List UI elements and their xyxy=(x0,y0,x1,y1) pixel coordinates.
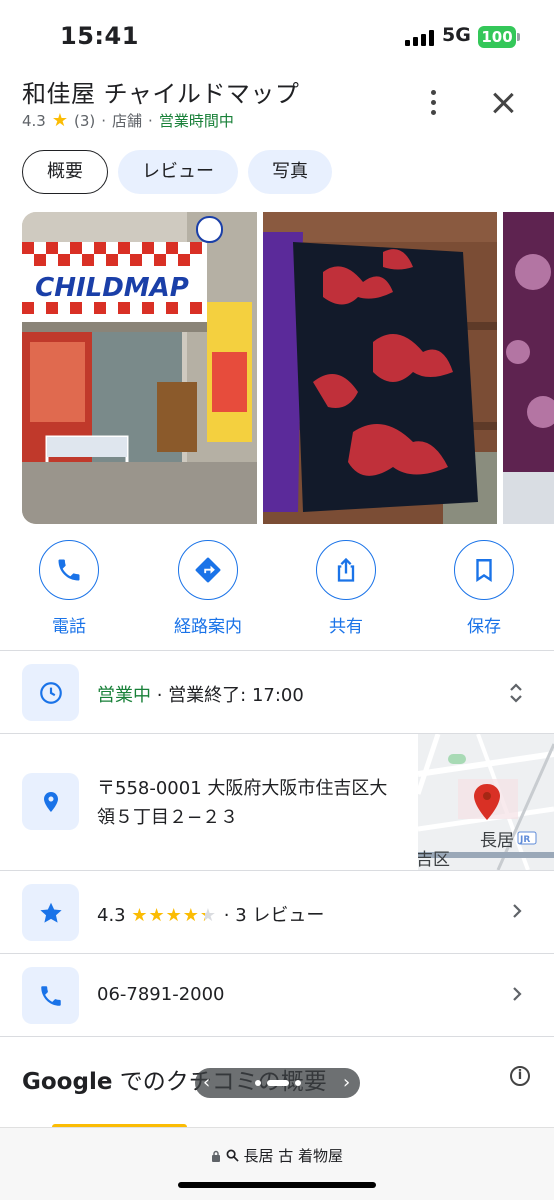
place-category: 店舗 xyxy=(112,112,143,130)
phone-icon xyxy=(40,985,61,1006)
battery-icon: 100 xyxy=(478,26,520,48)
phone-icon xyxy=(58,559,80,581)
network-type: 5G xyxy=(442,24,471,46)
chevron-right-icon[interactable] xyxy=(510,987,524,1001)
rating-value: 4.3 xyxy=(97,905,126,926)
url-text: 長居 古 着物屋 xyxy=(243,1147,344,1165)
close-icon[interactable] xyxy=(488,88,518,118)
directions-label: 経路案内 xyxy=(174,617,242,637)
fabric-photo[interactable] xyxy=(503,212,554,524)
save-label: 保存 xyxy=(467,617,501,637)
map-jr-badge: JR xyxy=(519,835,530,845)
status-time: 15:41 xyxy=(60,22,139,50)
home-indicator[interactable] xyxy=(178,1182,376,1188)
kimono-photo[interactable] xyxy=(263,212,497,524)
place-rating: 4.3 xyxy=(22,111,46,130)
rating-stars: ★★★★★ xyxy=(131,905,223,926)
rating-row[interactable]: 4.3 ★★★★★ · 3 レビュー xyxy=(0,871,554,953)
browser-url-bar[interactable]: 長居 古 着物屋 xyxy=(0,1127,554,1200)
address-text: 〒558-0001 大阪府大阪市住吉区大領５丁目２−２３ xyxy=(97,778,388,828)
status-bar: 15:41 5G 100 xyxy=(0,0,554,72)
star-icon xyxy=(39,902,62,923)
store-photo[interactable]: CHILDMAP xyxy=(22,212,257,524)
share-label: 共有 xyxy=(329,617,363,637)
more-options-icon[interactable] xyxy=(424,88,444,118)
call-button[interactable]: 電話 xyxy=(9,540,129,637)
lock-icon xyxy=(211,1150,220,1162)
address-icon-box xyxy=(22,773,79,830)
chevron-right-icon[interactable] xyxy=(510,904,524,918)
star-full-icon: ★★★★ xyxy=(131,905,200,926)
share-icon xyxy=(337,557,355,582)
review-count: · 3 レビュー xyxy=(223,905,325,926)
meta-separator: · xyxy=(101,111,107,130)
store-sign-text: CHILDMAP xyxy=(35,273,189,303)
bookmark-icon xyxy=(476,559,492,582)
tab-overview[interactable]: 概要 xyxy=(22,150,108,194)
meta-separator: · xyxy=(148,111,153,130)
save-button[interactable]: 保存 xyxy=(424,540,544,637)
clock-icon xyxy=(39,681,62,704)
place-review-count[interactable]: (3) xyxy=(74,112,95,130)
phone-row[interactable]: 06-7891-2000 xyxy=(0,954,554,1036)
tab-photos[interactable]: 写真 xyxy=(248,150,332,194)
info-icon[interactable]: i xyxy=(510,1066,530,1086)
directions-button[interactable]: 経路案内 xyxy=(148,540,268,637)
rating-summary: 4.3 ★★★★★ · 3 レビュー xyxy=(97,901,324,927)
hours-icon-box xyxy=(22,664,79,721)
star-icon: ★ xyxy=(51,109,68,131)
map-station-label: 長居 xyxy=(480,831,514,851)
rating-icon-box xyxy=(22,884,79,941)
map-area-label: 吉区 xyxy=(418,850,450,870)
phone-number: 06-7891-2000 xyxy=(97,984,225,1005)
signal-icon xyxy=(405,30,435,46)
phone-icon-box xyxy=(22,967,79,1024)
share-button[interactable]: 共有 xyxy=(286,540,406,637)
chevron-right-icon[interactable]: › xyxy=(343,1072,350,1093)
search-icon xyxy=(226,1149,239,1162)
hours-row[interactable]: 営業中 · 営業終了: 17:00 xyxy=(0,651,554,733)
hours-detail: · 営業終了: 17:00 xyxy=(151,685,304,706)
hours-status: 営業中 xyxy=(97,685,151,706)
place-meta: 4.3 ★ (3) · 店舗 · 営業時間中 xyxy=(22,110,234,131)
chevron-left-icon[interactable]: ‹ xyxy=(203,1072,210,1093)
tab-reviews[interactable]: レビュー xyxy=(118,150,238,194)
directions-icon xyxy=(195,557,221,583)
hours-text: 営業中 · 営業終了: 17:00 xyxy=(97,681,304,707)
photo-carousel[interactable]: CHILDMAP xyxy=(22,212,554,524)
map-thumbnail[interactable]: 長居 吉区 JR xyxy=(418,734,554,870)
tab-bar: 概要 レビュー 写真 xyxy=(22,150,332,194)
call-label: 電話 xyxy=(52,617,86,637)
location-pin-icon xyxy=(43,791,58,812)
open-status: 営業時間中 xyxy=(158,112,234,130)
star-half-icon: ★ xyxy=(199,905,218,926)
place-title: 和佳屋 チャイルドマップ xyxy=(22,80,300,108)
expand-icon[interactable] xyxy=(507,680,525,706)
carousel-indicator[interactable]: ‹ › xyxy=(195,1068,360,1098)
summary-brand: Google xyxy=(22,1069,113,1095)
divider xyxy=(0,1036,554,1037)
url-bar-content[interactable]: 長居 古 着物屋 xyxy=(0,1145,554,1166)
action-bar: 電話 経路案内 共有 保存 xyxy=(0,540,554,640)
